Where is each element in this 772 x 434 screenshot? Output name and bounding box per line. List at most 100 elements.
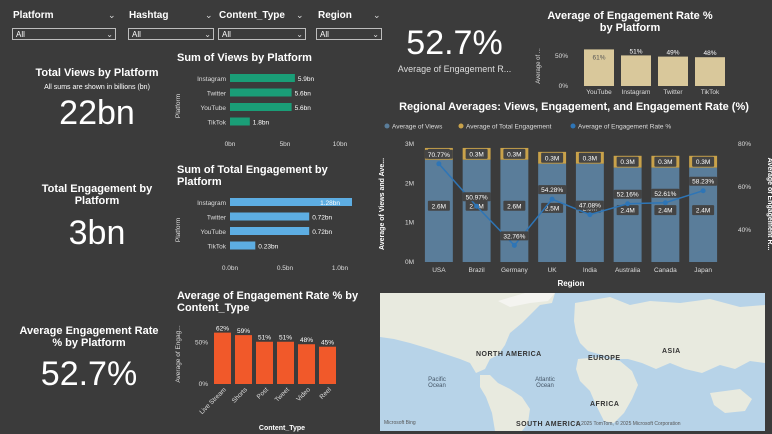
category-label: Instagram [197,76,226,83]
y-tick-label: 0% [559,83,569,90]
bar [230,212,310,221]
data-label-rate: 70.77% [428,152,450,159]
category-label: Twitter [207,215,227,222]
regional-combo-chart: Average of Views Average of Total Engagem… [379,123,772,288]
chevron-down-icon[interactable]: ⌄ [205,10,213,21]
category-label: Post [256,386,270,400]
data-label-engagement: 0.3M [658,159,672,166]
content-chart-title: Average of Engagement Rate % by Content_… [177,290,359,314]
data-label: 0.72bn [312,215,332,222]
category-label: Tweet [274,386,291,403]
x-tick-label: 0.5bn [277,265,294,272]
kpi-rate-label: Average of Engagement R... [397,64,512,74]
map-label-europe: EUROPE [588,355,621,362]
y-axis-label: Average of Engag... [175,325,182,383]
data-label-engagement: 0.3M [469,151,483,158]
chevron-down-icon: ⌄ [106,30,113,39]
y-tick-label: 3M [405,141,414,148]
x-tick-label: 1.0bn [332,265,349,272]
y2-tick-label: 60% [738,184,751,191]
category-label: UK [548,267,558,274]
rate-card-title: Average Engagement Rate % by Platform [19,325,159,349]
x-axis-label: Content_Type [259,425,305,432]
bar [230,227,310,235]
engagement-card-value: 3bn [68,214,126,252]
bar [230,103,292,111]
slicer-dropdown[interactable]: All ⌄ [128,28,214,40]
legend-entry: Average of Engagement Rate % [578,124,671,131]
line-point [700,188,706,194]
rate-card-value: 52.7% [40,355,138,393]
data-label-rate: 58.23% [692,179,714,186]
category-label: TikTok [207,244,226,251]
y-tick-label: 1M [405,220,414,227]
world-map[interactable]: NORTH AMERICA EUROPE ASIA AFRICA SOUTH A… [380,293,765,431]
category-label: Twitter [207,91,227,98]
slicer-label: Platform [13,10,54,21]
data-label-rate: 54.28% [541,187,563,194]
chevron-down-icon[interactable]: ⌄ [373,10,381,21]
line-point [511,242,517,248]
data-label-rate: 32.76% [503,233,525,240]
data-label: 51% [258,335,271,342]
bar-views [462,159,491,262]
bing-logo: Microsoft Bing [384,420,416,426]
data-label-views: 2.6M [432,203,446,210]
bar [277,341,294,384]
y2-axis-label: Average of Engagement R... [766,158,772,251]
views-chart-title: Sum of Views by Platform [177,52,312,64]
data-label: 0.23bn [258,244,278,251]
engagement-card-title: Total Engagement by Platform [41,183,153,207]
legend-marker [458,123,464,129]
x-tick-label: 0bn [225,141,236,148]
slicer-label: Region [318,10,352,21]
category-label: YouTube [200,229,226,236]
y-axis-label: Platform [175,218,182,242]
category-label: Canada [654,267,677,274]
bar [695,57,725,86]
y-tick-label: 50% [555,53,568,60]
bar [658,56,688,86]
y-tick-label: 0M [405,259,414,266]
y-axis-label: Platform [175,94,182,118]
category-label: Brazil [468,267,485,274]
map-label-south-america: SOUTH AMERICA [516,421,582,428]
map-label-pacific: Pacific Ocean [428,377,446,389]
map-label-north-america: NORTH AMERICA [476,351,542,358]
data-label: 1.28bn [320,200,340,207]
slicer-label: Hashtag [129,10,169,21]
data-label-engagement: 0.3M [696,159,710,166]
data-label: 61% [592,54,605,61]
data-label: 48% [703,50,716,57]
map-label-asia: ASIA [662,348,681,355]
bar [230,117,250,126]
data-label: 45% [321,340,334,347]
x-tick-label: 10bn [333,141,348,148]
data-label-rate: 52.16% [617,192,639,199]
data-label-views: 2.4M [620,208,634,215]
bar [621,55,651,86]
slicer-dropdown[interactable]: All ⌄ [12,28,116,40]
data-label-rate: 50.97% [466,194,488,201]
data-label: 0.72bn [312,229,332,236]
y-tick-label: 2M [405,180,414,187]
category-label: India [583,267,597,274]
category-label: Australia [615,267,641,274]
slicer-dropdown[interactable]: All ⌄ [316,28,382,40]
platform-rate-chart-title: Average of Engagement Rate % by Platform [547,10,713,34]
views-card-title: Total Views by Platform [35,67,159,79]
data-label: 51% [629,48,642,55]
chevron-down-icon[interactable]: ⌄ [296,10,304,21]
slicer-dropdown[interactable]: All ⌄ [218,28,306,40]
category-label: Reel [319,386,334,401]
kpi-rate-value: 52.7% [406,24,503,62]
chevron-down-icon[interactable]: ⌄ [108,10,116,21]
content-bar-chart: Average of Engag... 0% 50% 62% Live Stream 59… [175,325,336,432]
legend-entry: Average of Views [392,124,443,131]
bar [298,344,315,384]
data-label-engagement: 0.3M [583,155,597,162]
y-tick-label: 0% [199,381,209,388]
x-tick-label: 5bn [280,141,291,148]
category-label: Live Stream [198,386,227,415]
line-point [474,203,480,209]
